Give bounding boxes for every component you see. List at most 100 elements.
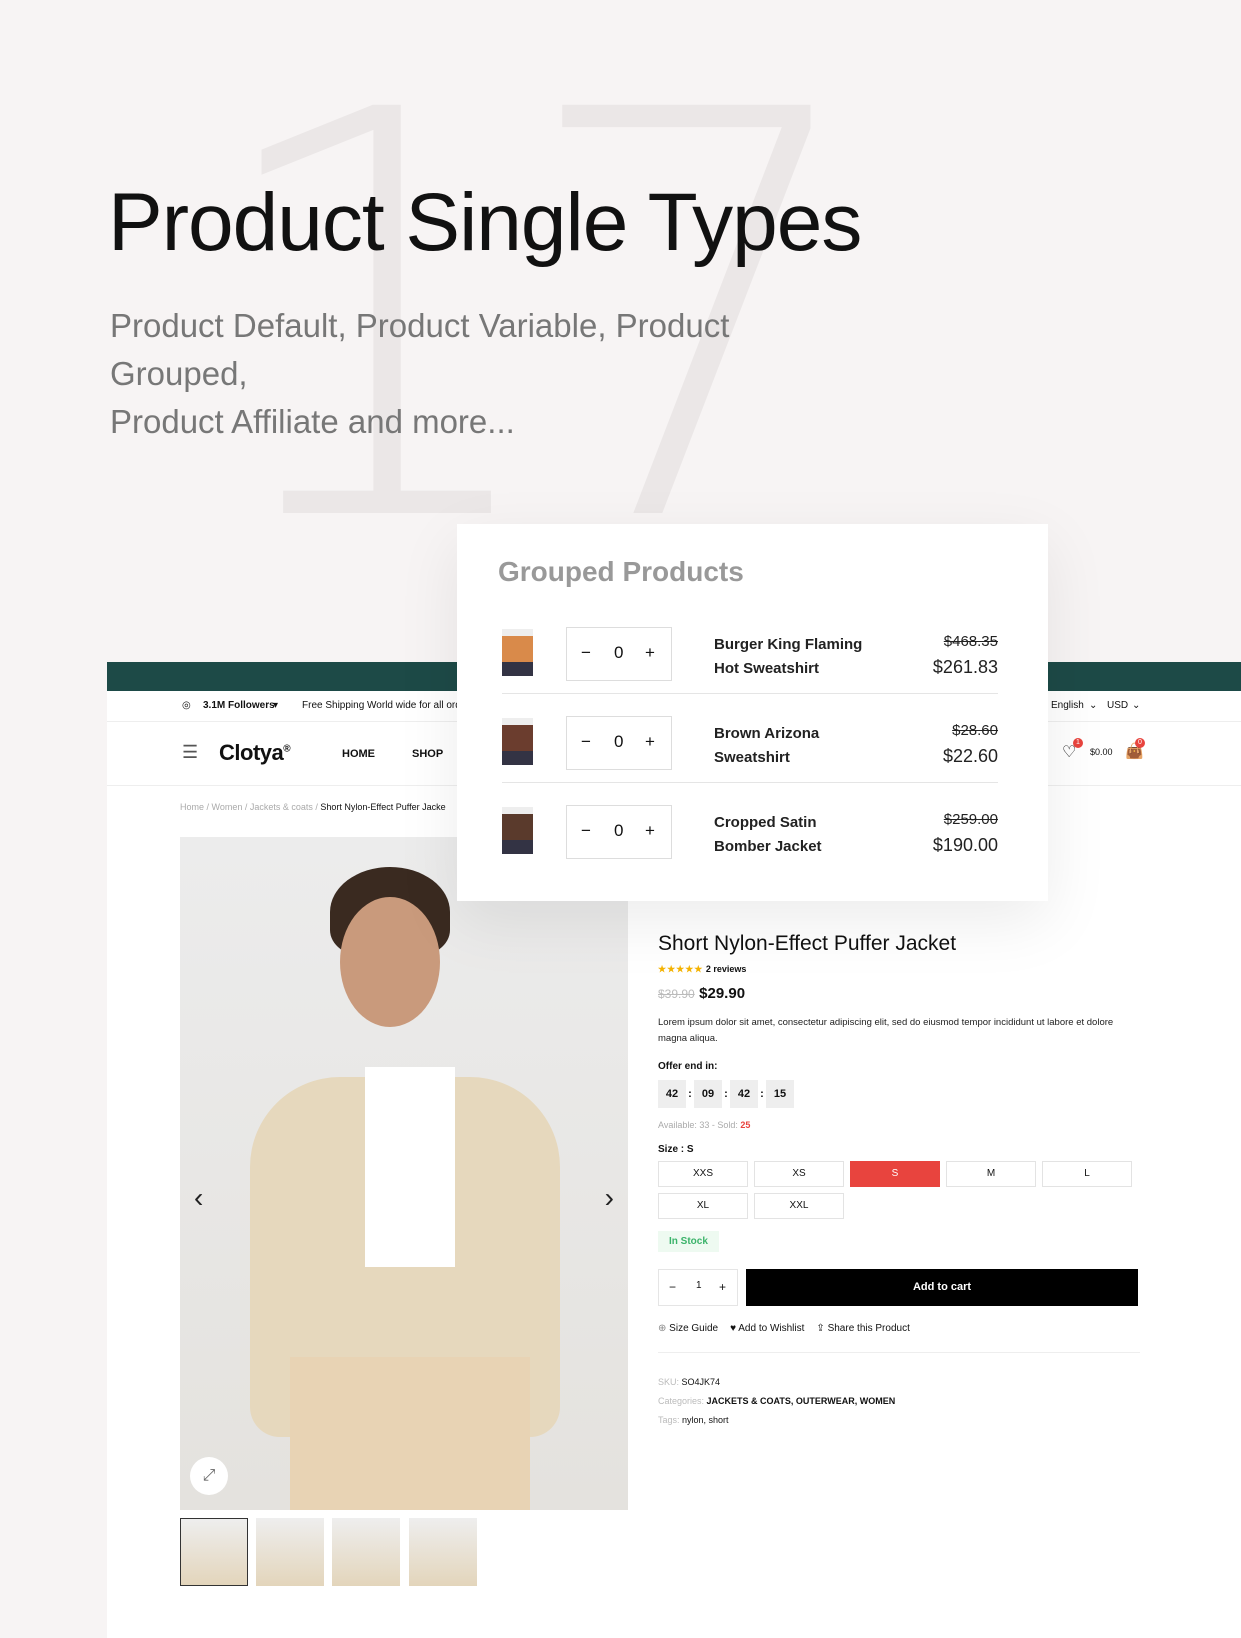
size-xxs[interactable]: XXS xyxy=(658,1161,748,1187)
share-label: Share this Product xyxy=(827,1323,910,1334)
menu-icon[interactable]: ☰ xyxy=(182,742,198,763)
cart-total[interactable]: $0.00 xyxy=(1090,747,1113,757)
chevron-down-icon: ⌄ xyxy=(1089,700,1098,711)
grouped-product-image[interactable] xyxy=(502,718,533,765)
currency-select[interactable]: USD xyxy=(1107,700,1128,711)
minus-icon[interactable]: − xyxy=(581,643,591,663)
name-line: Bomber Jacket xyxy=(714,838,822,855)
language-select[interactable]: English xyxy=(1051,700,1084,711)
product-meta: SKU: SO4JK74 Categories: JACKETS & COATS… xyxy=(658,1373,1140,1430)
quantity-stepper[interactable]: − 0 + xyxy=(566,627,672,681)
quantity-value[interactable]: 0 xyxy=(614,732,623,752)
share-link[interactable]: ⇪ Share this Product xyxy=(816,1323,909,1334)
grouped-products-card: Grouped Products − 0 + Burger King Flaming… xyxy=(457,524,1048,901)
available-label: Available: 33 - Sold: xyxy=(658,1120,741,1130)
ruler-icon: ⊕ xyxy=(658,1323,667,1334)
plus-icon[interactable]: + xyxy=(645,821,655,841)
reviews-link[interactable]: 2 reviews xyxy=(706,964,747,974)
grouped-product-image[interactable] xyxy=(502,807,533,854)
grouped-product-name[interactable]: Burger King Flaming Hot Sweatshirt xyxy=(714,633,862,681)
plus-icon[interactable]: + xyxy=(645,643,655,663)
pants-shape xyxy=(290,1357,530,1510)
size-xl[interactable]: XL xyxy=(658,1193,748,1219)
quantity-stepper[interactable]: − 0 + xyxy=(566,805,672,859)
quantity-value[interactable]: 0 xyxy=(614,643,623,663)
quantity-stepper[interactable]: − 1 + xyxy=(658,1269,738,1306)
size-l[interactable]: L xyxy=(1042,1161,1132,1187)
old-price: $468.35 xyxy=(943,633,998,650)
price: $190.00 xyxy=(932,835,998,855)
followers-link[interactable]: 3.1M Followers xyxy=(203,700,275,711)
plus-icon[interactable]: + xyxy=(645,732,655,752)
stock-badge: In Stock xyxy=(658,1231,719,1252)
nav-shop[interactable]: SHOP xyxy=(412,748,443,760)
quantity-value[interactable]: 0 xyxy=(614,821,623,841)
price: $29.90 xyxy=(699,985,746,1002)
size-xs[interactable]: XS xyxy=(754,1161,844,1187)
product-actions: ⊕ Size Guide ♥ Add to Wishlist ⇪ Share t… xyxy=(658,1323,1140,1334)
logo[interactable]: Clotya® xyxy=(219,740,291,766)
old-price: $259.00 xyxy=(943,811,998,828)
cart-count: 0 xyxy=(1135,738,1145,748)
stock-availability: Available: 33 - Sold: 25 xyxy=(658,1120,1140,1130)
wishlist-link[interactable]: ♥ Add to Wishlist xyxy=(730,1323,804,1334)
grouped-product-row: − 0 + Cropped Satin Bomber Jacket $259.00 $… xyxy=(502,783,998,872)
countdown-minutes: 42 xyxy=(730,1080,758,1108)
name-line: Hot Sweatshirt xyxy=(714,660,820,677)
subtitle-line: Product Default, Product Variable, Produ… xyxy=(110,307,730,392)
sold-count: 25 xyxy=(740,1120,751,1130)
next-arrow-icon[interactable]: › xyxy=(605,1182,614,1214)
logo-text: Clotya xyxy=(219,740,284,765)
thumbnail[interactable] xyxy=(332,1518,400,1586)
name-line: Cropped Satin xyxy=(714,814,817,831)
grouped-product-row: − 0 + Burger King Flaming Hot Sweatshirt $4… xyxy=(502,605,998,694)
grouped-product-image[interactable] xyxy=(502,629,533,676)
name-line: Sweatshirt xyxy=(714,749,790,766)
grouped-title: Grouped Products xyxy=(498,556,744,587)
wishlist-label: Add to Wishlist xyxy=(738,1323,805,1334)
offer-label: Offer end in: xyxy=(658,1061,718,1072)
thumbnail[interactable] xyxy=(180,1518,248,1586)
rating-stars-icon: ★★★★★ xyxy=(658,964,704,974)
countdown: 42:09:42:15 xyxy=(658,1080,1140,1108)
tags-label: Tags: xyxy=(658,1415,680,1425)
heart-icon: ♥ xyxy=(730,1323,737,1334)
breadcrumb-links[interactable]: Home / Women / Jackets & coats / xyxy=(180,802,320,812)
prev-arrow-icon[interactable]: ‹ xyxy=(194,1182,203,1214)
add-to-cart-button[interactable]: Add to cart xyxy=(746,1269,1138,1306)
size-m[interactable]: M xyxy=(946,1161,1036,1187)
categories-links[interactable]: JACKETS & COATS, OUTERWEAR, WOMEN xyxy=(707,1396,896,1406)
minus-icon[interactable]: − xyxy=(581,732,591,752)
instagram-icon: ◎ xyxy=(182,700,191,711)
name-line: Brown Arizona xyxy=(714,725,820,742)
sku-label: SKU: xyxy=(658,1377,680,1387)
grouped-product-name[interactable]: Brown Arizona Sweatshirt xyxy=(714,722,819,770)
size-xxl[interactable]: XXL xyxy=(754,1193,844,1219)
product-image[interactable]: ‹ › ⤢ xyxy=(180,837,628,1510)
shipping-text: Free Shipping World wide for all ord xyxy=(302,700,461,711)
minus-icon[interactable]: − xyxy=(669,1280,676,1294)
wishlist-count: 1 xyxy=(1073,738,1083,748)
minus-icon[interactable]: − xyxy=(581,821,591,841)
old-price: $28.60 xyxy=(952,722,998,739)
name-line: Burger King Flaming xyxy=(714,636,863,653)
quantity-value[interactable]: 1 xyxy=(696,1280,702,1291)
quantity-stepper[interactable]: − 0 + xyxy=(566,716,672,770)
thumbnail[interactable] xyxy=(409,1518,477,1586)
size-label: Size : S xyxy=(658,1144,694,1155)
thumbnail[interactable] xyxy=(256,1518,324,1586)
categories-label: Categories: xyxy=(658,1396,705,1406)
tags-links[interactable]: nylon, short xyxy=(682,1415,729,1425)
breadcrumb: Home / Women / Jackets & coats / Short N… xyxy=(180,802,446,812)
cart-row: − 1 + Add to cart xyxy=(658,1269,1140,1306)
logo-mark: ® xyxy=(283,743,291,755)
countdown-hours: 09 xyxy=(694,1080,722,1108)
plus-icon[interactable]: + xyxy=(719,1280,726,1294)
nav-home[interactable]: HOME xyxy=(342,748,375,760)
fullscreen-icon[interactable]: ⤢ xyxy=(190,1457,228,1495)
price: $261.83 xyxy=(932,657,998,677)
head-shape xyxy=(340,897,440,1027)
size-s[interactable]: S xyxy=(850,1161,940,1187)
size-guide-link[interactable]: ⊕ Size Guide xyxy=(658,1323,718,1334)
grouped-product-name[interactable]: Cropped Satin Bomber Jacket xyxy=(714,811,822,859)
